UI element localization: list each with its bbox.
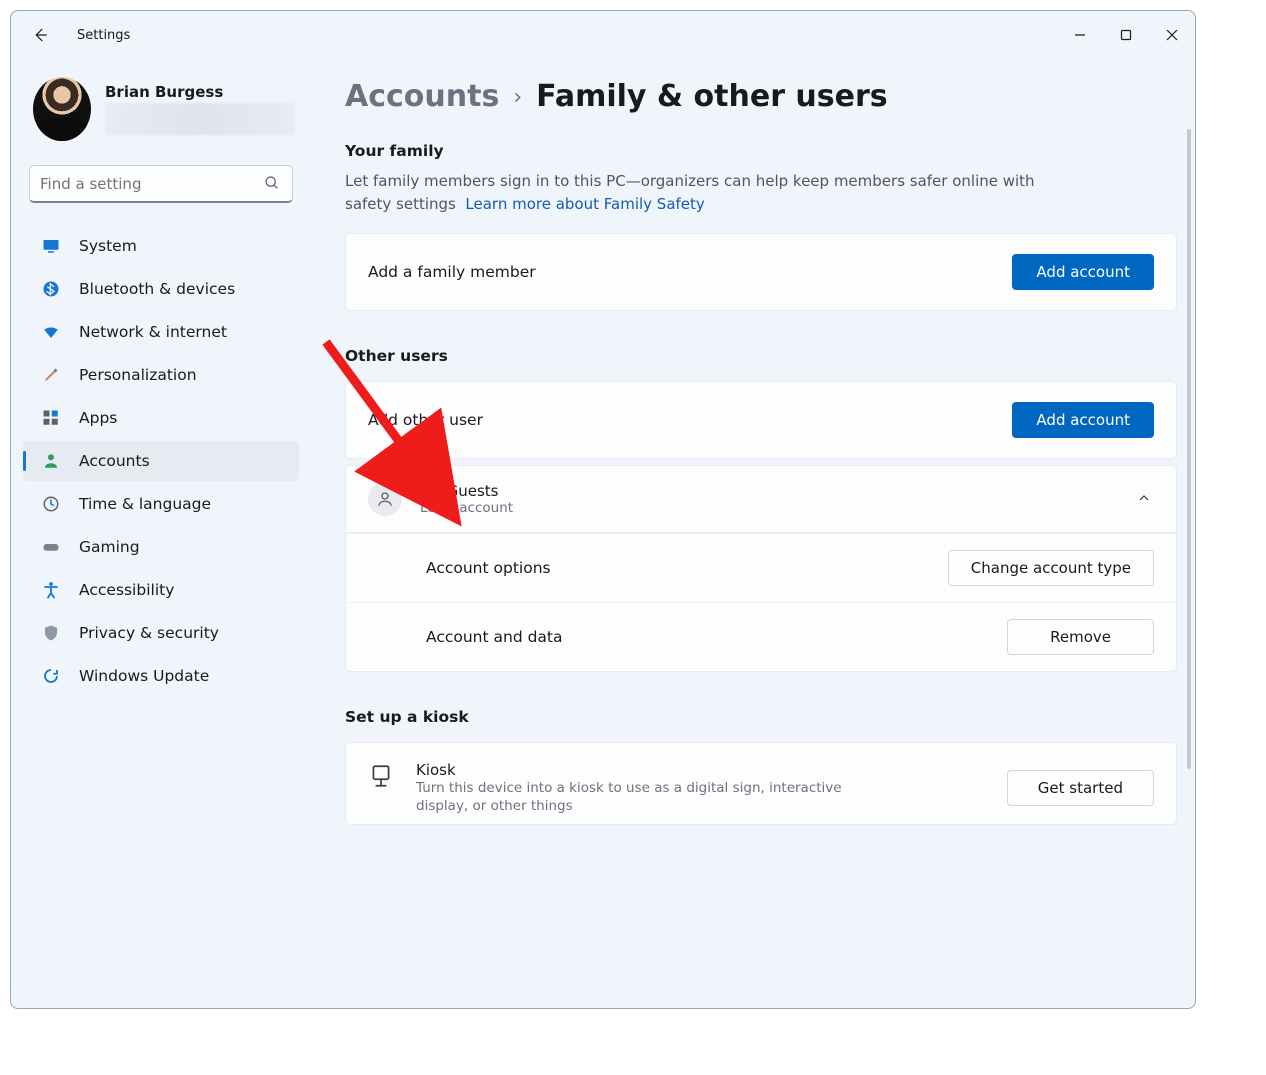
apps-icon xyxy=(41,408,61,428)
sidebar-item-label: Network & internet xyxy=(79,323,227,341)
search-input[interactable] xyxy=(40,175,264,193)
add-other-account-button[interactable]: Add account xyxy=(1012,402,1154,438)
sidebar-item-bluetooth[interactable]: Bluetooth & devices xyxy=(23,269,299,309)
sidebar-item-label: Time & language xyxy=(79,495,211,513)
sidebar-item-apps[interactable]: Apps xyxy=(23,398,299,438)
section-title: Your family xyxy=(345,142,1177,160)
add-family-member-label: Add a family member xyxy=(368,263,536,281)
profile-name: Brian Burgess xyxy=(105,83,295,101)
add-other-user-card: Add other user Add account xyxy=(345,381,1177,459)
account-options-row: Account options Change account type xyxy=(346,533,1176,602)
section-other-users: Other users Add other user Add account M… xyxy=(345,347,1177,672)
sidebar-item-label: Accessibility xyxy=(79,581,174,599)
kiosk-row-title: Kiosk xyxy=(416,761,987,779)
sidebar-item-label: Accounts xyxy=(79,452,150,470)
sidebar-item-label: Apps xyxy=(79,409,117,427)
nav: System Bluetooth & devices Network & int… xyxy=(15,217,307,705)
chevron-up-icon xyxy=(1136,490,1154,508)
main-content: Accounts › Family & other users Your fam… xyxy=(311,59,1195,1008)
titlebar: Settings xyxy=(11,11,1195,59)
other-user-type: Local account xyxy=(420,500,1118,516)
account-options-label: Account options xyxy=(426,559,551,577)
sidebar-item-label: Personalization xyxy=(79,366,197,384)
profile-email-redacted xyxy=(105,103,295,135)
section-kiosk: Set up a kiosk Kiosk Turn this device in… xyxy=(345,708,1177,826)
app-title: Settings xyxy=(77,28,130,43)
section-description: Let family members sign in to this PC—or… xyxy=(345,170,1045,217)
kiosk-get-started-button[interactable]: Get started xyxy=(1007,770,1154,806)
gamepad-icon xyxy=(41,537,61,557)
sidebar-item-accounts[interactable]: Accounts xyxy=(23,441,299,481)
add-family-account-button[interactable]: Add account xyxy=(1012,254,1154,290)
accessibility-icon xyxy=(41,580,61,600)
sidebar-item-gaming[interactable]: Gaming xyxy=(23,527,299,567)
back-button[interactable] xyxy=(21,16,59,54)
scrollbar[interactable] xyxy=(1187,129,1191,769)
window-close-button[interactable] xyxy=(1149,18,1195,52)
section-your-family: Your family Let family members sign in t… xyxy=(345,142,1177,311)
bluetooth-icon xyxy=(41,279,61,299)
account-and-data-label: Account and data xyxy=(426,628,563,646)
sidebar-item-label: Bluetooth & devices xyxy=(79,280,235,298)
breadcrumb-parent[interactable]: Accounts xyxy=(345,79,499,114)
change-account-type-button[interactable]: Change account type xyxy=(948,550,1154,586)
remove-account-button[interactable]: Remove xyxy=(1007,619,1154,655)
paintbrush-icon xyxy=(41,365,61,385)
other-user-name: My Guests xyxy=(420,482,1118,500)
sidebar: Brian Burgess System Bluetooth & devices xyxy=(11,59,311,1008)
window-maximize-button[interactable] xyxy=(1103,18,1149,52)
kiosk-icon xyxy=(368,763,396,791)
other-user-header[interactable]: My Guests Local account xyxy=(346,466,1176,533)
kiosk-row-description: Turn this device into a kiosk to use as … xyxy=(416,779,896,817)
sidebar-item-accessibility[interactable]: Accessibility xyxy=(23,570,299,610)
sidebar-item-windows-update[interactable]: Windows Update xyxy=(23,656,299,696)
person-icon xyxy=(368,482,402,516)
window-minimize-button[interactable] xyxy=(1057,18,1103,52)
sidebar-item-label: System xyxy=(79,237,137,255)
profile-block[interactable]: Brian Burgess xyxy=(15,63,307,159)
sidebar-item-label: Windows Update xyxy=(79,667,209,685)
clock-globe-icon xyxy=(41,494,61,514)
search-box[interactable] xyxy=(29,165,293,203)
avatar xyxy=(33,77,91,141)
person-icon xyxy=(41,451,61,471)
section-title: Set up a kiosk xyxy=(345,708,1177,726)
add-family-member-card: Add a family member Add account xyxy=(345,233,1177,311)
search-icon xyxy=(264,175,282,193)
sidebar-item-time-language[interactable]: Time & language xyxy=(23,484,299,524)
breadcrumb: Accounts › Family & other users xyxy=(345,79,1177,114)
sidebar-item-privacy[interactable]: Privacy & security xyxy=(23,613,299,653)
page-title: Family & other users xyxy=(536,79,888,114)
update-icon xyxy=(41,666,61,686)
account-and-data-row: Account and data Remove xyxy=(346,602,1176,671)
sidebar-item-label: Gaming xyxy=(79,538,140,556)
sidebar-item-personalization[interactable]: Personalization xyxy=(23,355,299,395)
monitor-icon xyxy=(41,236,61,256)
settings-window: Settings Brian Burgess xyxy=(10,10,1196,1009)
family-safety-link[interactable]: Learn more about Family Safety xyxy=(465,195,704,213)
sidebar-item-system[interactable]: System xyxy=(23,226,299,266)
section-title: Other users xyxy=(345,347,1177,365)
other-user-card: My Guests Local account Account options … xyxy=(345,465,1177,672)
chevron-right-icon: › xyxy=(513,85,522,110)
shield-icon xyxy=(41,623,61,643)
sidebar-item-network[interactable]: Network & internet xyxy=(23,312,299,352)
kiosk-card: Kiosk Turn this device into a kiosk to u… xyxy=(345,742,1177,826)
wifi-icon xyxy=(41,322,61,342)
sidebar-item-label: Privacy & security xyxy=(79,624,219,642)
add-other-user-label: Add other user xyxy=(368,411,483,429)
